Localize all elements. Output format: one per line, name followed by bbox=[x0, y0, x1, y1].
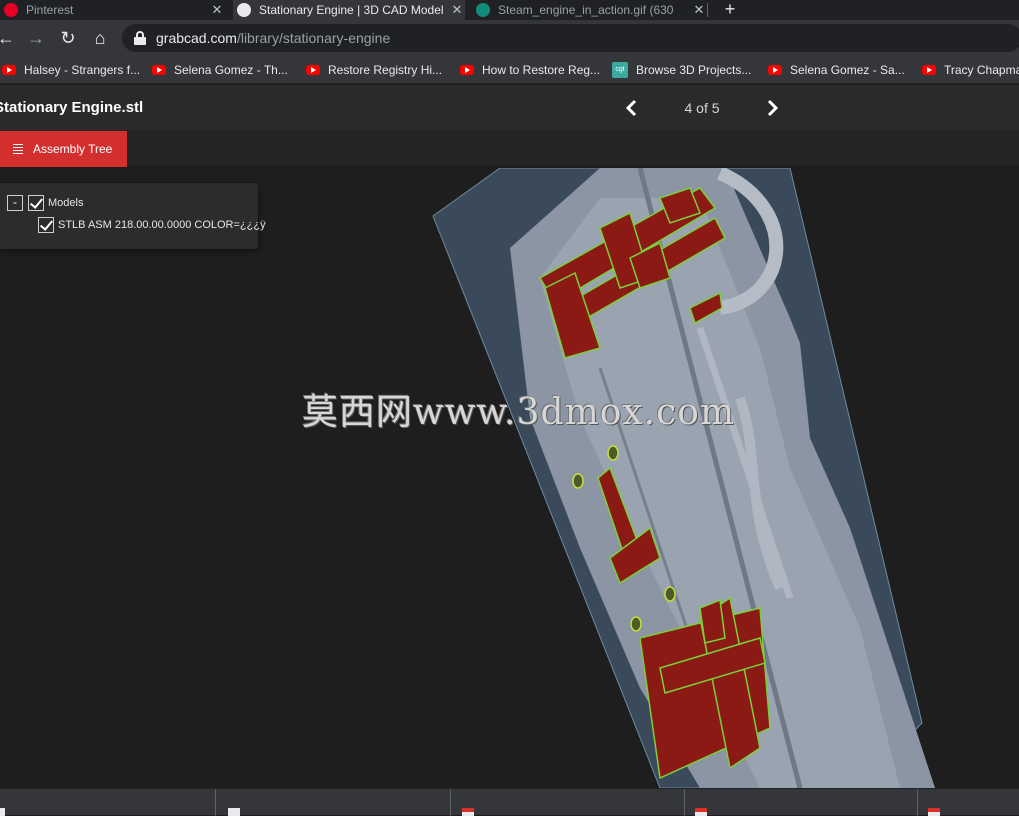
bookmark-item[interactable]: Halsey - Strangers f... bbox=[2, 61, 140, 79]
home-button[interactable]: ⌂ bbox=[88, 26, 112, 50]
wikimedia-icon bbox=[476, 3, 490, 17]
bookmark-label: Restore Registry Hi... bbox=[328, 63, 443, 77]
tree-item-label: STLB ASM 218.00.00.0000 COLOR=¿¿¿ÿ bbox=[58, 219, 266, 231]
bookmark-item[interactable]: Tracy Chapma bbox=[922, 61, 1019, 79]
bookmark-label: Halsey - Strangers f... bbox=[24, 63, 141, 77]
assembly-tree-button[interactable]: Assembly Tree bbox=[0, 131, 127, 167]
new-tab-button[interactable]: + bbox=[720, 0, 740, 20]
part-checkbox[interactable] bbox=[38, 217, 54, 233]
bookmark-item[interactable]: How to Restore Reg... bbox=[460, 61, 600, 79]
tab-title: Steam_engine_in_action.gif (630 bbox=[498, 3, 674, 17]
bookmark-label: How to Restore Reg... bbox=[482, 63, 601, 77]
chevron-left-icon bbox=[625, 99, 637, 117]
close-icon[interactable]: ✕ bbox=[209, 2, 225, 18]
lock-icon bbox=[134, 31, 146, 45]
bookmarks-bar: Halsey - Strangers f... Selena Gomez - T… bbox=[0, 56, 1019, 84]
grabcad-icon bbox=[237, 3, 251, 17]
pager-label: 4 of 5 bbox=[684, 100, 720, 116]
tree-root-label: Models bbox=[48, 197, 84, 209]
viewer-header: Stationary Engine.stl 4 of 5 bbox=[0, 85, 1019, 130]
file-title: Stationary Engine.stl bbox=[0, 99, 144, 116]
back-button[interactable]: ← bbox=[0, 26, 18, 50]
download-item[interactable] bbox=[452, 789, 685, 816]
bookmark-label: Selena Gomez - Sa... bbox=[790, 63, 905, 77]
download-item[interactable] bbox=[685, 789, 918, 816]
tab-title: Stationary Engine | 3D CAD Model bbox=[259, 3, 444, 17]
close-icon[interactable]: ✕ bbox=[449, 2, 465, 18]
bookmark-label: Selena Gomez - Th... bbox=[174, 63, 288, 77]
models-checkbox[interactable] bbox=[28, 195, 44, 211]
model-render bbox=[432, 168, 935, 788]
url-path: /library/stationary-engine bbox=[236, 30, 391, 46]
bookmark-item[interactable]: Selena Gomez - Th... bbox=[152, 61, 288, 79]
bookmark-item[interactable]: Restore Registry Hi... bbox=[306, 61, 442, 79]
viewer-subbar: Assembly Tree bbox=[0, 130, 1019, 167]
pinterest-icon bbox=[4, 3, 18, 17]
youtube-icon bbox=[768, 65, 782, 75]
tab-strip: Pinterest ✕ Stationary Engine | 3D CAD M… bbox=[0, 0, 1019, 20]
bookmark-label: Browse 3D Projects... bbox=[636, 63, 752, 77]
address-bar[interactable]: grabcad.com /library/stationary-engine bbox=[122, 24, 1019, 52]
tab-steam-engine-gif[interactable]: Steam_engine_in_action.gif (630 ✕ bbox=[472, 0, 707, 20]
assembly-tree-panel: - Models STLB ASM 218.00.00.0000 COLOR=¿… bbox=[0, 183, 266, 249]
assembly-tree-label: Assembly Tree bbox=[33, 142, 113, 156]
browser-toolbar: ← → ↻ ⌂ grabcad.com /library/stationary-… bbox=[0, 20, 1019, 56]
tab-pinterest[interactable]: Pinterest ✕ bbox=[0, 0, 225, 20]
forward-button[interactable]: → bbox=[24, 26, 48, 50]
watermark-text: 莫西网www.3dmox.com bbox=[302, 392, 736, 433]
youtube-icon bbox=[922, 65, 936, 75]
cgtrader-icon: cgt bbox=[612, 62, 628, 78]
previous-file-button[interactable] bbox=[622, 97, 642, 119]
download-item[interactable] bbox=[918, 789, 1019, 816]
bookmark-item[interactable]: cgt Browse 3D Projects... bbox=[612, 61, 751, 79]
downloads-shelf bbox=[0, 788, 1019, 816]
tab-title: Pinterest bbox=[26, 3, 74, 17]
list-icon bbox=[13, 144, 23, 154]
youtube-icon bbox=[152, 65, 166, 75]
close-icon[interactable]: ✕ bbox=[691, 2, 707, 18]
youtube-icon bbox=[460, 65, 474, 75]
reload-button[interactable]: ↻ bbox=[56, 26, 80, 50]
chevron-right-icon bbox=[767, 99, 779, 117]
next-file-button[interactable] bbox=[762, 97, 782, 119]
tab-stationary-engine[interactable]: Stationary Engine | 3D CAD Model ✕ bbox=[233, 0, 465, 20]
tab-divider bbox=[707, 3, 708, 17]
download-item[interactable] bbox=[0, 789, 216, 816]
download-item[interactable] bbox=[218, 789, 451, 816]
youtube-icon bbox=[306, 65, 320, 75]
bookmark-label: Tracy Chapma bbox=[944, 63, 1019, 77]
youtube-icon bbox=[2, 65, 16, 75]
model-viewport[interactable] bbox=[0, 168, 1019, 788]
url-host: grabcad.com bbox=[156, 30, 237, 46]
bookmark-item[interactable]: Selena Gomez - Sa... bbox=[768, 61, 905, 79]
collapse-toggle[interactable]: - bbox=[7, 195, 23, 211]
